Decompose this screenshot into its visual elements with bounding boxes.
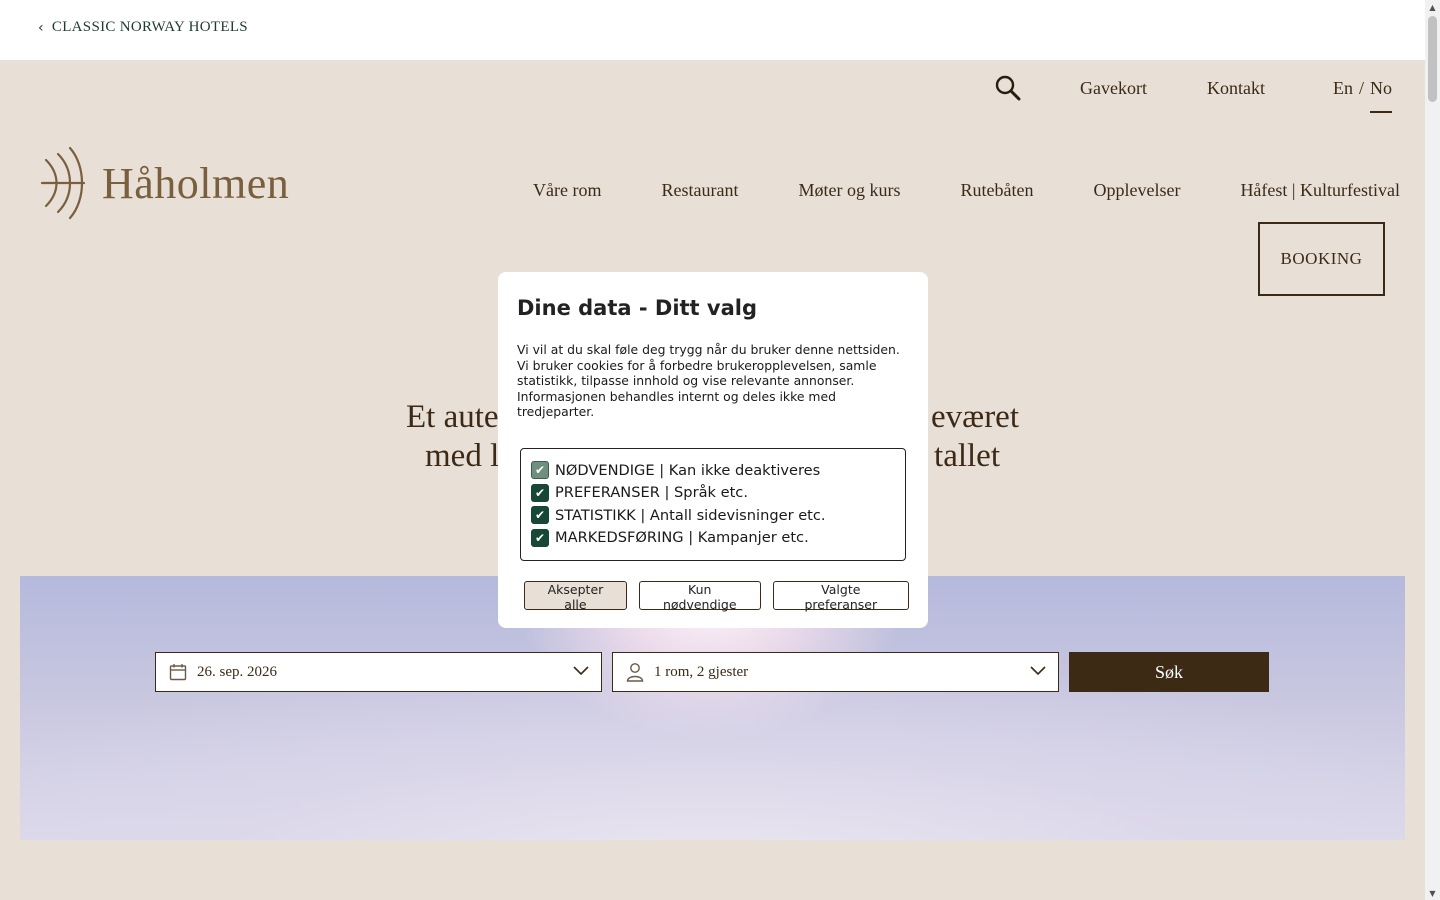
nav-rutebaten[interactable]: Rutebåten [960, 180, 1033, 201]
selected-preferences-button[interactable]: Valgte preferanser [772, 580, 909, 612]
guests-field[interactable]: 1 rom, 2 gjester [612, 652, 1059, 692]
checkbox-checked-icon[interactable]: ✔ [531, 528, 549, 547]
hotel-logo[interactable]: Håholmen [40, 146, 289, 220]
nav-hafest[interactable]: Håfest | Kulturfestival [1240, 180, 1400, 201]
language-switcher: En / No [1333, 77, 1392, 113]
nav-vare-rom[interactable]: Våre rom [533, 180, 601, 201]
headline-line1-right: eværet [931, 399, 1019, 435]
logo-mark-icon [40, 146, 86, 220]
back-link-label: CLASSIC NORWAY HOTELS [51, 19, 248, 35]
lang-no-link[interactable]: No [1370, 78, 1392, 113]
booking-search-bar: 26. sep. 2026 1 rom, 2 gjester Søk [155, 652, 1269, 692]
consent-option-necessary: ✔ NØDVENDIGE | Kan ikke deaktiveres [531, 459, 895, 482]
chevron-left-icon: ‹ [38, 19, 44, 36]
search-icon[interactable] [994, 74, 1022, 102]
option-label: MARKEDSFØRING | Kampanjer etc. [555, 529, 809, 547]
only-necessary-button[interactable]: Kun nødvendige [638, 580, 761, 612]
logo-text: Håholmen [102, 158, 290, 208]
date-value: 26. sep. 2026 [197, 663, 277, 680]
person-icon [625, 662, 645, 682]
nav-moter-og-kurs[interactable]: Møter og kurs [798, 180, 900, 201]
accept-all-button[interactable]: Aksepter alle [524, 580, 627, 612]
chevron-down-icon [573, 664, 589, 681]
headline-line2-right: tallet [934, 438, 1000, 474]
headline-line2-left: med l [425, 438, 500, 474]
checkbox-checked-icon: ✔ [531, 461, 549, 480]
scrollbar-thumb[interactable] [1428, 16, 1437, 102]
scroll-down-arrow-icon[interactable]: ▼ [1425, 886, 1440, 900]
lang-en-link[interactable]: En [1333, 78, 1353, 99]
consent-option-marketing[interactable]: ✔ MARKEDSFØRING | Kampanjer etc. [531, 526, 895, 549]
consent-title: Dine data - Ditt valg [517, 296, 757, 320]
nav-restaurant[interactable]: Restaurant [662, 180, 739, 201]
consent-option-preferences[interactable]: ✔ PREFERANSER | Språk etc. [531, 481, 895, 504]
consent-buttons: Aksepter alle Kun nødvendige Valgte pref… [524, 580, 909, 612]
checkbox-checked-icon[interactable]: ✔ [531, 506, 549, 525]
booking-button[interactable]: BOOKING [1258, 222, 1385, 296]
option-label: STATISTIKK | Antall sidevisninger etc. [555, 506, 826, 524]
option-label: PREFERANSER | Språk etc. [555, 484, 748, 502]
page-scrollbar[interactable]: ▲ ▼ [1425, 0, 1440, 900]
top-bar: ‹ CLASSIC NORWAY HOTELS [0, 0, 1425, 60]
chevron-down-icon [1030, 664, 1046, 681]
option-label: NØDVENDIGE | Kan ikke deaktiveres [555, 461, 821, 479]
guests-value: 1 rom, 2 gjester [654, 663, 749, 680]
headline-line1-left: Et aute [406, 399, 499, 435]
lang-separator: / [1358, 77, 1364, 98]
search-submit-button[interactable]: Søk [1069, 652, 1269, 692]
kontakt-link[interactable]: Kontakt [1207, 78, 1265, 99]
scroll-up-arrow-icon[interactable]: ▲ [1425, 0, 1440, 14]
utility-nav: Gavekort Kontakt En / No [994, 74, 1392, 113]
consent-option-statistics[interactable]: ✔ STATISTIKK | Antall sidevisninger etc. [531, 504, 895, 527]
date-picker-field[interactable]: 26. sep. 2026 [155, 652, 602, 692]
calendar-icon [168, 662, 188, 682]
checkbox-checked-icon[interactable]: ✔ [531, 483, 549, 502]
nav-opplevelser[interactable]: Opplevelser [1093, 180, 1180, 201]
main-nav: Våre rom Restaurant Møter og kurs Rutebå… [533, 180, 1400, 201]
cookie-consent-dialog: Dine data - Ditt valg Vi vil at du skal … [498, 272, 928, 628]
gavekort-link[interactable]: Gavekort [1080, 78, 1147, 99]
consent-body: Vi vil at du skal føle deg trygg når du … [517, 342, 900, 420]
back-to-classic-norway-link[interactable]: ‹ CLASSIC NORWAY HOTELS [38, 19, 248, 36]
consent-options: ✔ NØDVENDIGE | Kan ikke deaktiveres ✔ PR… [520, 447, 906, 561]
